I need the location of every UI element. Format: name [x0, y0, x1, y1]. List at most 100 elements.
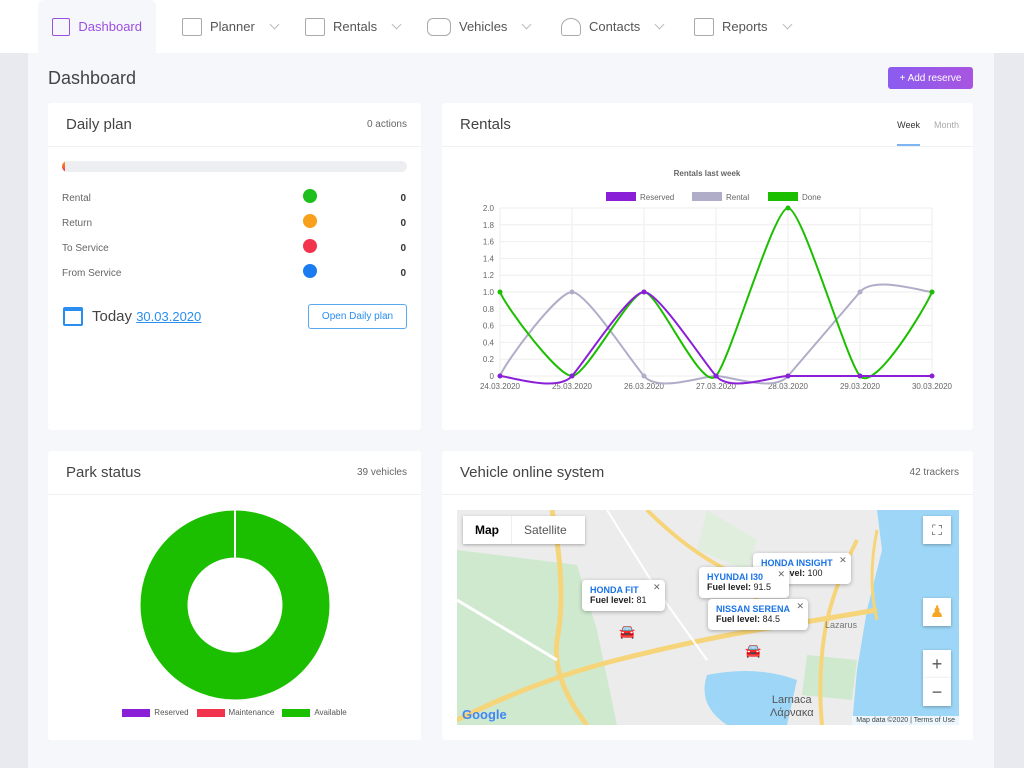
- park-donut-chart: [140, 510, 330, 700]
- tab-week[interactable]: Week: [897, 120, 920, 146]
- open-daily-plan-button[interactable]: Open Daily plan: [308, 304, 407, 329]
- legend-maintenance[interactable]: Maintenance: [196, 708, 275, 717]
- legend-reserved[interactable]: Reserved: [122, 708, 189, 717]
- y-tick-label: 0: [490, 372, 495, 381]
- fuel-value: 100: [807, 568, 823, 578]
- car-marker-icon[interactable]: 🚘: [619, 624, 635, 640]
- vehicle-popup: HYUNDAI I30 Fuel level: 91.5 ✕: [699, 567, 790, 598]
- data-point: [497, 373, 503, 379]
- vehicle-name[interactable]: HYUNDAI I30: [707, 572, 771, 582]
- status-dot: [303, 214, 317, 228]
- y-tick-label: 1.8: [483, 221, 495, 230]
- row-label: Return: [62, 218, 93, 229]
- x-tick-label: 29.03.2020: [840, 382, 881, 391]
- fuel-value: 84.5: [762, 614, 781, 624]
- y-tick-label: 0.2: [483, 355, 495, 364]
- contacts-icon: [561, 17, 581, 36]
- today-date-link[interactable]: 30.03.2020: [136, 309, 201, 324]
- chevron-down-icon: [269, 19, 280, 30]
- close-icon[interactable]: ✕: [778, 569, 786, 580]
- fuel-label: Fuel level:: [716, 614, 761, 624]
- data-point: [785, 205, 791, 211]
- nav-rentals[interactable]: Rentals: [305, 0, 402, 53]
- legend-swatch: [606, 192, 636, 201]
- dashboard-icon: [52, 17, 71, 36]
- data-point: [929, 289, 935, 295]
- trackers-count: 42 trackers: [909, 467, 959, 478]
- nav-planner[interactable]: Planner: [182, 0, 280, 53]
- poi-label: Lazarus: [825, 620, 858, 630]
- fuel-value: 91.5: [753, 582, 772, 592]
- chevron-down-icon: [391, 19, 402, 30]
- data-point: [641, 289, 647, 295]
- nav-reports[interactable]: Reports: [694, 0, 792, 53]
- nav-label: Planner: [210, 19, 255, 34]
- row-value: 0: [400, 218, 406, 229]
- legend-label: Rental: [726, 193, 749, 202]
- status-dot: [303, 239, 317, 253]
- plan-row-return: Return 0: [62, 214, 406, 229]
- chart-title: Rentals last week: [674, 169, 741, 178]
- row-label: Rental: [62, 193, 91, 204]
- car-marker-icon[interactable]: 🚘: [745, 643, 761, 659]
- close-icon[interactable]: ✕: [796, 601, 804, 612]
- today-line: Today 30.03.2020: [92, 308, 201, 325]
- fuel-label: Fuel level:: [707, 582, 752, 592]
- map[interactable]: Map Satellite ⛶ ♟ + − 🚘 🚘 HONDA FIT Fuel …: [457, 510, 959, 725]
- data-point: [713, 373, 719, 379]
- vehicle-name[interactable]: NISSAN SERENA: [716, 604, 790, 614]
- status-dot: [303, 189, 317, 203]
- satellite-tab[interactable]: Satellite: [512, 516, 579, 544]
- data-point: [569, 373, 575, 379]
- legend-label: Available: [314, 708, 347, 717]
- data-point: [929, 373, 935, 379]
- data-point: [785, 373, 791, 379]
- tab-month[interactable]: Month: [934, 120, 959, 146]
- today-label: Today: [92, 308, 133, 325]
- y-tick-label: 1.0: [483, 288, 495, 297]
- y-tick-label: 2.0: [483, 204, 495, 213]
- planner-icon: [182, 17, 202, 36]
- vehicle-online-card: Vehicle online system 42 trackers Map Sat…: [442, 451, 973, 740]
- terms-link[interactable]: Terms of Use: [914, 717, 955, 724]
- zoom-in-button[interactable]: +: [923, 650, 951, 678]
- data-point: [857, 373, 863, 379]
- actions-count: 0 actions: [366, 119, 407, 130]
- google-logo: Google: [462, 707, 507, 722]
- pegman-icon[interactable]: ♟: [923, 598, 951, 626]
- row-value: 0: [400, 268, 406, 279]
- rentals-chart: Rentals last week 0 0.2 0.4 0.6 0.8 1.0 1.2 1.4 1…: [480, 169, 953, 391]
- legend-label: Reserved: [154, 708, 189, 717]
- vehicle-name[interactable]: HONDA FIT: [590, 585, 647, 595]
- add-reserve-button[interactable]: + Add reserve: [888, 67, 973, 89]
- data-point: [569, 289, 575, 295]
- chevron-down-icon: [654, 19, 665, 30]
- nav-contacts[interactable]: Contacts: [561, 0, 665, 53]
- y-tick-label: 0.6: [483, 322, 495, 331]
- nav-dashboard[interactable]: Dashboard: [38, 0, 156, 53]
- legend-available[interactable]: Available: [282, 708, 347, 717]
- card-title: Vehicle online system: [460, 464, 605, 481]
- city-name: Larnaca: [771, 694, 812, 706]
- page-title: Dashboard: [48, 68, 137, 88]
- vehicle-popup: HONDA FIT Fuel level: 81 ✕: [582, 580, 665, 611]
- map-tab[interactable]: Map: [463, 516, 512, 544]
- data-point: [497, 289, 503, 295]
- status-dot: [303, 264, 317, 278]
- close-icon[interactable]: ✕: [839, 555, 847, 566]
- zoom-out-button[interactable]: −: [923, 678, 951, 706]
- legend-swatch: [692, 192, 722, 201]
- chevron-down-icon: [782, 19, 792, 30]
- nav-label: Reports: [722, 19, 768, 34]
- legend-label: Maintenance: [228, 708, 275, 717]
- city-label: Larnaca Λάρνακα: [770, 694, 814, 720]
- legend-label: Reserved: [640, 193, 674, 202]
- fullscreen-icon[interactable]: ⛶: [923, 516, 951, 544]
- row-value: 0: [400, 243, 406, 254]
- card-title: Park status: [66, 464, 142, 481]
- attribution-text: Map data ©2020: [856, 717, 909, 724]
- nav-vehicles[interactable]: Vehicles: [427, 0, 532, 53]
- car-icon: [427, 17, 451, 36]
- close-icon[interactable]: ✕: [653, 582, 661, 593]
- daily-progress-bar: [62, 161, 407, 172]
